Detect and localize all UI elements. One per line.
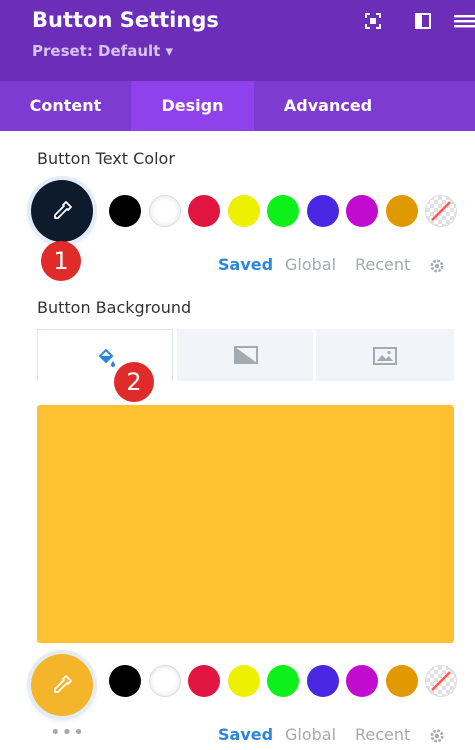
color-swatch[interactable] [346, 665, 378, 697]
color-swatch[interactable] [386, 665, 418, 697]
color-swatch[interactable] [307, 665, 339, 697]
color-swatch[interactable] [149, 665, 181, 697]
global-tab[interactable]: Global [285, 255, 336, 274]
image-icon [373, 347, 397, 365]
more-options-icon[interactable]: ••• [50, 722, 85, 743]
color-swatch[interactable] [149, 195, 181, 227]
color-swatch[interactable] [386, 195, 418, 227]
modal-title: Button Settings [32, 8, 219, 32]
menu-icon[interactable] [452, 12, 475, 30]
color-swatch[interactable] [188, 195, 220, 227]
color-swatch[interactable] [267, 195, 299, 227]
no-color-slash-icon [431, 671, 451, 691]
step-badge-2: 2 [114, 362, 154, 402]
bg-tab-color[interactable] [37, 329, 173, 381]
tab-design[interactable]: Design [131, 81, 254, 131]
gradient-icon [234, 346, 258, 364]
preset-dropdown[interactable]: Preset: Default ▾ [32, 42, 173, 60]
eyedropper-icon [54, 675, 72, 693]
background-label: Button Background [37, 298, 192, 317]
settings-tabs: Content Design Advanced [0, 81, 475, 131]
color-swatch[interactable] [109, 665, 141, 697]
tab-content[interactable]: Content [0, 81, 131, 131]
background-color-picker[interactable] [31, 654, 93, 716]
bg-tab-gradient[interactable] [177, 329, 313, 381]
step-badge-1: 1 [41, 241, 81, 281]
tab-advanced[interactable]: Advanced [254, 81, 402, 131]
color-swatch[interactable] [109, 195, 141, 227]
color-swatch[interactable] [346, 195, 378, 227]
saved-tab[interactable]: Saved [218, 725, 273, 744]
color-swatch[interactable] [267, 665, 299, 697]
no-color-swatch[interactable] [425, 195, 457, 227]
no-color-slash-icon [431, 201, 451, 221]
color-fill-icon [98, 348, 115, 367]
color-swatch[interactable] [188, 665, 220, 697]
settings-header: Button Settings Preset: Default ▾ [0, 0, 475, 81]
expand-icon[interactable] [364, 12, 382, 30]
recent-tab[interactable]: Recent [355, 725, 410, 744]
color-swatch[interactable] [307, 195, 339, 227]
text-color-picker[interactable] [31, 180, 93, 242]
color-swatch[interactable] [228, 665, 260, 697]
gear-icon[interactable] [428, 257, 446, 275]
saved-tab[interactable]: Saved [218, 255, 273, 274]
background-color-preview[interactable] [37, 405, 454, 643]
global-tab[interactable]: Global [285, 725, 336, 744]
no-color-swatch[interactable] [425, 665, 457, 697]
color-swatch[interactable] [228, 195, 260, 227]
gear-icon[interactable] [428, 727, 446, 745]
sidebar-toggle-icon[interactable] [414, 12, 432, 30]
recent-tab[interactable]: Recent [355, 255, 410, 274]
bg-tab-image[interactable] [316, 329, 454, 381]
text-color-label: Button Text Color [37, 149, 175, 168]
eyedropper-icon [54, 201, 72, 219]
